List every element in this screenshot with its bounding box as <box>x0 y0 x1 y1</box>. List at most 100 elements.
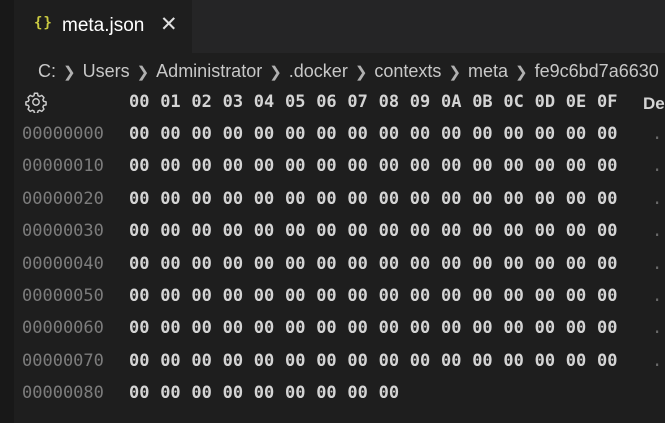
hex-byte[interactable]: 00 <box>535 286 555 306</box>
breadcrumb-item[interactable]: fe9c6bd7a6630 <box>535 61 659 81</box>
hex-byte[interactable]: 00 <box>347 383 367 403</box>
tab-meta-json[interactable]: {} meta.json ✕ <box>14 0 192 53</box>
hex-byte[interactable]: 00 <box>441 351 461 371</box>
hex-byte[interactable]: 00 <box>316 124 336 144</box>
hex-byte[interactable]: 00 <box>129 124 149 144</box>
hex-byte[interactable]: 00 <box>472 254 492 274</box>
hex-byte[interactable]: 00 <box>254 351 274 371</box>
hex-byte[interactable]: 00 <box>379 156 399 176</box>
hex-byte[interactable]: 00 <box>285 221 305 241</box>
hex-byte[interactable]: 00 <box>316 221 336 241</box>
hex-byte[interactable]: 00 <box>160 124 180 144</box>
hex-byte[interactable]: 00 <box>316 189 336 209</box>
hex-byte[interactable]: 00 <box>254 221 274 241</box>
hex-byte[interactable]: 00 <box>285 156 305 176</box>
hex-byte[interactable]: 00 <box>129 221 149 241</box>
hex-byte[interactable]: 00 <box>191 124 211 144</box>
hex-byte[interactable]: 00 <box>285 383 305 403</box>
hex-byte[interactable]: 00 <box>535 254 555 274</box>
hex-byte[interactable]: 00 <box>160 383 180 403</box>
hex-byte[interactable]: 00 <box>441 254 461 274</box>
hex-byte[interactable]: 00 <box>223 383 243 403</box>
hex-byte[interactable]: 00 <box>129 383 149 403</box>
hex-byte[interactable]: 00 <box>379 189 399 209</box>
hex-byte[interactable]: 00 <box>472 221 492 241</box>
hex-byte[interactable]: 00 <box>379 124 399 144</box>
hex-byte[interactable]: 00 <box>503 124 523 144</box>
hex-byte[interactable]: 00 <box>535 351 555 371</box>
hex-byte[interactable]: 00 <box>441 221 461 241</box>
hex-byte[interactable]: 00 <box>191 254 211 274</box>
hex-byte[interactable]: 00 <box>254 124 274 144</box>
hex-byte[interactable]: 00 <box>410 156 430 176</box>
hex-byte[interactable]: 00 <box>597 286 617 306</box>
hex-byte[interactable]: 00 <box>410 189 430 209</box>
hex-byte[interactable]: 00 <box>410 254 430 274</box>
hex-byte[interactable]: 00 <box>347 286 367 306</box>
hex-byte[interactable]: 00 <box>347 318 367 338</box>
hex-byte[interactable]: 00 <box>535 124 555 144</box>
hex-byte[interactable]: 00 <box>285 189 305 209</box>
hex-byte[interactable]: 00 <box>254 156 274 176</box>
hex-byte[interactable]: 00 <box>472 351 492 371</box>
hex-byte[interactable]: 00 <box>223 189 243 209</box>
hex-byte[interactable]: 00 <box>223 286 243 306</box>
hex-byte[interactable]: 00 <box>347 124 367 144</box>
hex-byte[interactable]: 00 <box>472 156 492 176</box>
hex-byte[interactable]: 00 <box>316 286 336 306</box>
decoded-text[interactable]: . <box>652 318 662 338</box>
hex-byte[interactable]: 00 <box>441 189 461 209</box>
breadcrumb-item[interactable]: C: <box>38 61 56 81</box>
hex-byte[interactable]: 00 <box>535 189 555 209</box>
hex-byte[interactable]: 00 <box>160 351 180 371</box>
hex-byte[interactable]: 00 <box>160 156 180 176</box>
hex-byte[interactable]: 00 <box>223 351 243 371</box>
hex-byte[interactable]: 00 <box>566 286 586 306</box>
hex-byte[interactable]: 00 <box>566 318 586 338</box>
hex-byte[interactable]: 00 <box>503 318 523 338</box>
hex-byte[interactable]: 00 <box>566 254 586 274</box>
hex-byte[interactable]: 00 <box>472 124 492 144</box>
hex-byte[interactable]: 00 <box>285 351 305 371</box>
hex-byte[interactable]: 00 <box>597 221 617 241</box>
hex-byte[interactable]: 00 <box>316 383 336 403</box>
hex-byte[interactable]: 00 <box>191 351 211 371</box>
hex-byte[interactable]: 00 <box>285 124 305 144</box>
hex-byte[interactable]: 00 <box>566 221 586 241</box>
close-icon[interactable]: ✕ <box>160 12 178 36</box>
hex-byte[interactable]: 00 <box>535 156 555 176</box>
decoded-text[interactable]: . <box>652 351 662 371</box>
breadcrumb-item[interactable]: .docker <box>289 61 348 81</box>
hex-byte[interactable]: 00 <box>410 351 430 371</box>
hex-byte[interactable]: 00 <box>129 351 149 371</box>
hex-byte[interactable]: 00 <box>160 189 180 209</box>
breadcrumb-item[interactable]: Administrator <box>156 61 262 81</box>
hex-byte[interactable]: 00 <box>441 124 461 144</box>
hex-byte[interactable]: 00 <box>160 221 180 241</box>
hex-byte[interactable]: 00 <box>441 286 461 306</box>
hex-byte[interactable]: 00 <box>566 351 586 371</box>
hex-byte[interactable]: 00 <box>597 351 617 371</box>
breadcrumb-item[interactable]: Users <box>83 61 130 81</box>
hex-byte[interactable]: 00 <box>316 351 336 371</box>
hex-byte[interactable]: 00 <box>566 124 586 144</box>
hex-byte[interactable]: 00 <box>566 156 586 176</box>
hex-byte[interactable]: 00 <box>254 286 274 306</box>
hex-byte[interactable]: 00 <box>535 318 555 338</box>
decoded-text[interactable]: . <box>652 189 662 209</box>
hex-byte[interactable]: 00 <box>472 286 492 306</box>
hex-byte[interactable]: 00 <box>129 189 149 209</box>
hex-byte[interactable]: 00 <box>441 156 461 176</box>
hex-byte[interactable]: 00 <box>347 156 367 176</box>
hex-byte[interactable]: 00 <box>597 189 617 209</box>
hex-byte[interactable]: 00 <box>379 221 399 241</box>
hex-byte[interactable]: 00 <box>379 383 399 403</box>
hex-byte[interactable]: 00 <box>129 286 149 306</box>
hex-byte[interactable]: 00 <box>347 221 367 241</box>
hex-byte[interactable]: 00 <box>503 254 523 274</box>
hex-byte[interactable]: 00 <box>191 383 211 403</box>
hex-byte[interactable]: 00 <box>316 156 336 176</box>
hex-byte[interactable]: 00 <box>503 156 523 176</box>
hex-byte[interactable]: 00 <box>191 286 211 306</box>
hex-byte[interactable]: 00 <box>129 156 149 176</box>
